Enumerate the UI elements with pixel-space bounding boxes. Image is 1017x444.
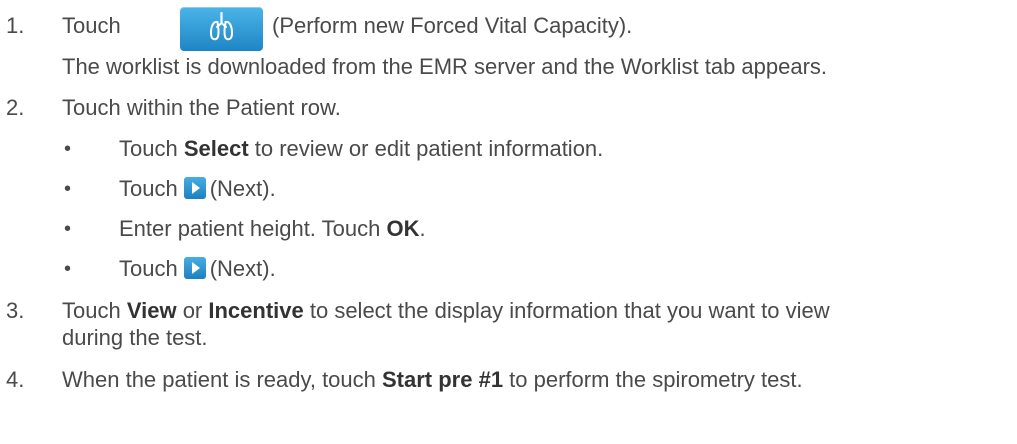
bullet-marker: • — [64, 178, 72, 200]
bullet-next-instruction: Touch (Next). — [119, 176, 276, 201]
step-3-text: Touch View or Incentive to select the di… — [62, 298, 830, 323]
step-4-text: When the patient is ready, touch Start p… — [62, 367, 803, 392]
step-1-touch-label: Touch — [62, 13, 121, 38]
bullet-marker: • — [64, 138, 72, 160]
ok-label: OK — [386, 216, 420, 241]
step-1-number: 1. — [6, 13, 25, 38]
start-pre-label: Start pre #1 — [382, 367, 504, 392]
step-4-number: 4. — [6, 367, 25, 392]
step-3-text-line2: during the test. — [62, 325, 208, 350]
bullet-marker: • — [64, 218, 72, 240]
incentive-label: Incentive — [208, 298, 304, 323]
view-label: View — [126, 298, 177, 323]
step-2-number: 2. — [6, 95, 25, 120]
perform-fvc-button[interactable] — [180, 7, 263, 51]
step-1-description: (Perform new Forced Vital Capacity). — [272, 13, 633, 38]
bullet-height-instruction: Enter patient height. Touch OK. — [119, 216, 426, 241]
next-arrow-icon[interactable] — [183, 257, 206, 279]
bullet-marker: • — [64, 258, 72, 280]
bullet-next-instruction-2: Touch (Next). — [119, 256, 276, 281]
select-label: Select — [183, 136, 249, 161]
lungs-icon — [209, 11, 234, 41]
step-3-number: 3. — [6, 298, 25, 323]
bullet-select-instruction: Touch Select to review or edit patient i… — [119, 136, 604, 161]
next-arrow-icon[interactable] — [183, 177, 206, 199]
step-1-note: The worklist is downloaded from the EMR … — [62, 54, 828, 79]
step-2-text: Touch within the Patient row. — [62, 95, 341, 120]
